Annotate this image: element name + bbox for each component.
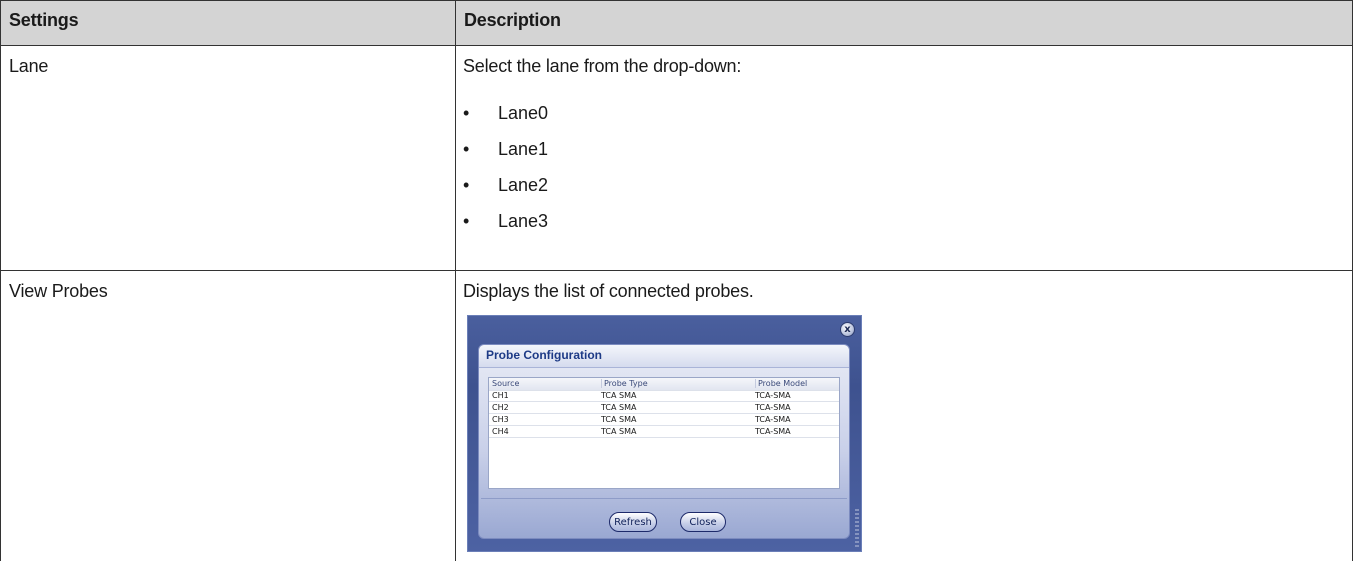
list-item: • Lane3 (463, 211, 549, 231)
bullet-icon: • (463, 139, 470, 159)
description-view-probes: Displays the list of connected probes. (463, 281, 754, 301)
list-item: • Lane0 (463, 103, 549, 123)
cell-probe-model: TCA-SMA (755, 427, 791, 436)
settings-table: Settings Description Lane Select the lan… (0, 0, 1353, 561)
lane-options-list: • Lane0 • Lane1 • Lane2 • Lane3 (463, 103, 548, 247)
column-divider (455, 0, 456, 561)
cell-source: CH1 (492, 391, 509, 400)
cell-source: CH2 (492, 403, 509, 412)
dialog-panel: Probe Configuration Source Probe Type Pr… (478, 344, 850, 539)
close-icon[interactable]: x (840, 322, 855, 337)
table-row[interactable]: CH2 TCA SMA TCA-SMA (489, 402, 839, 414)
cell-source: CH3 (492, 415, 509, 424)
cell-source: CH4 (492, 427, 509, 436)
cell-probe-type: TCA SMA (601, 415, 637, 424)
bullet-icon: • (463, 211, 470, 231)
column-probe-model[interactable]: Probe Model (755, 379, 807, 388)
table-border-left (0, 0, 1, 561)
table-row[interactable]: CH1 TCA SMA TCA-SMA (489, 390, 839, 402)
list-item: • Lane1 (463, 139, 549, 159)
dialog-title: Probe Configuration (486, 348, 602, 362)
setting-view-probes: View Probes (9, 281, 108, 301)
bullet-icon: • (463, 175, 470, 195)
cell-probe-model: TCA-SMA (755, 391, 791, 400)
probe-configuration-dialog: x Probe Configuration Source Probe Type … (467, 315, 862, 552)
column-source[interactable]: Source (492, 379, 519, 388)
cell-probe-type: TCA SMA (601, 427, 637, 436)
description-lane: Select the lane from the drop-down: (463, 56, 742, 76)
refresh-button[interactable]: Refresh (609, 512, 657, 532)
bullet-icon: • (463, 103, 470, 123)
table-border-top (0, 0, 1353, 1)
table-row[interactable]: CH3 TCA SMA TCA-SMA (489, 414, 839, 426)
header-description: Description (455, 0, 1353, 45)
header-divider (0, 45, 1353, 46)
cell-probe-model: TCA-SMA (755, 415, 791, 424)
cell-probe-type: TCA SMA (601, 403, 637, 412)
table-row[interactable]: CH4 TCA SMA TCA-SMA (489, 426, 839, 438)
resize-grip-icon[interactable] (855, 509, 859, 549)
row-divider (0, 270, 1353, 271)
probe-grid: Source Probe Type Probe Model CH1 TCA SM… (488, 377, 840, 489)
setting-lane: Lane (9, 56, 49, 76)
dialog-separator (481, 498, 847, 499)
cell-probe-model: TCA-SMA (755, 403, 791, 412)
column-probe-type[interactable]: Probe Type (601, 379, 648, 388)
header-settings: Settings (0, 0, 455, 45)
cell-probe-type: TCA SMA (601, 391, 637, 400)
list-item: • Lane2 (463, 175, 549, 195)
close-button[interactable]: Close (680, 512, 726, 532)
